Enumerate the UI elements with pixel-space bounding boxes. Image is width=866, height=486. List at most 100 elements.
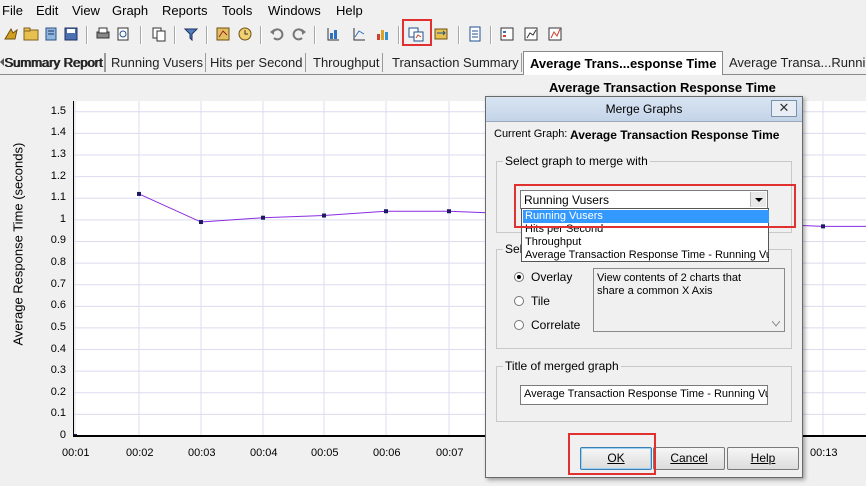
- tab-summary-report[interactable]: Summary Report: [3, 53, 107, 72]
- menu-tools[interactable]: Tools: [222, 3, 252, 18]
- report-icon[interactable]: [466, 25, 484, 43]
- cross-results-icon[interactable]: [350, 25, 368, 43]
- y-tick-label: 0.2: [50, 385, 66, 398]
- merge-description: View contents of 2 charts that share a c…: [593, 268, 785, 332]
- data-point: [447, 209, 451, 214]
- x-tick-label: 00:07: [436, 447, 464, 459]
- ok-highlight: [568, 433, 656, 475]
- filter-icon[interactable]: [182, 25, 200, 43]
- description-scrollbar[interactable]: [768, 269, 784, 331]
- tab-hits-per-second[interactable]: Hits per Second: [208, 53, 306, 72]
- menu-view[interactable]: View: [72, 3, 100, 18]
- overlay-label[interactable]: Overlay: [531, 270, 572, 284]
- tile-radio[interactable]: [514, 296, 524, 306]
- clock-icon[interactable]: [236, 25, 254, 43]
- correlate-label[interactable]: Correlate: [531, 318, 580, 332]
- x-tick-label: 00:01: [62, 447, 90, 459]
- toolbar-separator: [314, 26, 316, 44]
- tile-label[interactable]: Tile: [531, 294, 550, 308]
- toolbar: [0, 22, 866, 48]
- tab-transaction-summary[interactable]: Transaction Summary: [390, 53, 522, 72]
- toolbar-separator: [398, 26, 400, 44]
- y-tick-label: 0.9: [50, 234, 66, 247]
- open-folder-icon[interactable]: [22, 25, 40, 43]
- menu-reports[interactable]: Reports: [162, 3, 208, 18]
- dropdown-option[interactable]: Average Transaction Response Time - Runn…: [523, 249, 769, 262]
- menu-graph[interactable]: Graph: [112, 3, 148, 18]
- toolbar-separator: [174, 26, 176, 44]
- correlate-radio[interactable]: [514, 320, 524, 330]
- print-preview-icon[interactable]: [114, 25, 132, 43]
- current-graph-label: Current Graph:: [494, 128, 568, 140]
- merged-title-value: Average Transaction Response Time - Runn…: [524, 388, 768, 400]
- y-tick-label: 0: [59, 429, 66, 441]
- y-tick-label: 0.3: [50, 364, 66, 377]
- dialog-titlebar[interactable]: Merge Graphs ✕: [486, 97, 802, 122]
- y-tick-label: 1.1: [50, 191, 66, 204]
- merged-title-input[interactable]: Average Transaction Response Time - Runn…: [520, 385, 768, 405]
- menu-edit[interactable]: Edit: [36, 3, 58, 18]
- y-tick-label: 1.2: [50, 169, 66, 182]
- x-tick-label: 00:02: [126, 447, 154, 459]
- graph-title: Average Transaction Response Time: [549, 80, 776, 95]
- x-tick-label: 00:13: [810, 447, 838, 459]
- menu-file[interactable]: File: [2, 3, 23, 18]
- undo-icon[interactable]: [268, 25, 286, 43]
- select-graph-label: Select graph to merge with: [503, 154, 650, 168]
- y-tick-label: 0.5: [50, 320, 66, 333]
- copy-icon[interactable]: [150, 25, 168, 43]
- data-point: [384, 209, 388, 214]
- merge-graphs-highlight: [402, 19, 432, 46]
- menu-bar: File Edit View Graph Reports Tools Windo…: [0, 0, 866, 22]
- help-label: Help: [750, 451, 776, 465]
- scroll-down-icon[interactable]: [772, 321, 780, 327]
- y-tick-label: 1.4: [50, 126, 66, 139]
- auto-correlate-icon[interactable]: [432, 25, 450, 43]
- x-tick-label: 00:04: [250, 447, 278, 459]
- y-tick-label: 1: [59, 212, 66, 225]
- graph-data-icon[interactable]: [522, 25, 540, 43]
- y-tick-label: 0.1: [50, 407, 66, 420]
- new-session-icon[interactable]: [2, 25, 20, 43]
- dialog-title: Merge Graphs: [605, 102, 683, 116]
- toolbar-separator: [458, 26, 460, 44]
- close-icon[interactable]: ✕: [771, 100, 797, 117]
- raw-data-icon[interactable]: [546, 25, 564, 43]
- tab-running-vusers[interactable]: Running Vusers: [109, 53, 207, 72]
- overlay-radio[interactable]: [514, 272, 524, 282]
- dropdown-option[interactable]: Throughput: [523, 236, 769, 249]
- bar-chart-icon[interactable]: [374, 25, 392, 43]
- y-tick-label: 0.6: [50, 299, 66, 312]
- redo-icon[interactable]: [290, 25, 308, 43]
- data-point: [137, 191, 141, 196]
- add-graph-icon[interactable]: [324, 25, 342, 43]
- print-icon[interactable]: [94, 25, 112, 43]
- cancel-label: Cancel: [670, 451, 708, 465]
- merge-results-icon[interactable]: [42, 25, 60, 43]
- save-icon[interactable]: [62, 25, 80, 43]
- description-text: View contents of 2 charts that share a c…: [597, 272, 742, 297]
- cancel-button[interactable]: Cancel: [653, 447, 725, 470]
- toolbar-separator: [260, 26, 262, 44]
- toolbar-separator: [490, 26, 492, 44]
- toolbar-separator: [86, 26, 88, 44]
- y-tick-label: 0.7: [50, 277, 66, 290]
- legend-icon[interactable]: [498, 25, 516, 43]
- current-graph-value: Average Transaction Response Time: [570, 128, 780, 142]
- granularity-icon[interactable]: [214, 25, 232, 43]
- data-point: [322, 213, 326, 218]
- y-tick-label: 1.3: [50, 148, 66, 161]
- merge-graphs-dialog: Merge Graphs ✕ Current Graph: Average Tr…: [485, 96, 803, 478]
- tab-average-running[interactable]: Average Transa...Running: [727, 53, 866, 72]
- merged-title-label: Title of merged graph: [503, 359, 621, 373]
- x-tick-label: 00:03: [188, 447, 216, 459]
- toolbar-separator: [206, 26, 208, 44]
- combo-highlight: [514, 184, 796, 228]
- y-tick-label: 0.4: [50, 342, 66, 355]
- help-button[interactable]: Help: [727, 447, 799, 470]
- menu-help[interactable]: Help: [336, 3, 363, 18]
- tab-throughput[interactable]: Throughput: [311, 53, 383, 72]
- menu-windows[interactable]: Windows: [268, 3, 321, 18]
- data-point: [821, 224, 825, 229]
- tab-average-response-time[interactable]: Average Trans...esponse Time: [523, 51, 724, 76]
